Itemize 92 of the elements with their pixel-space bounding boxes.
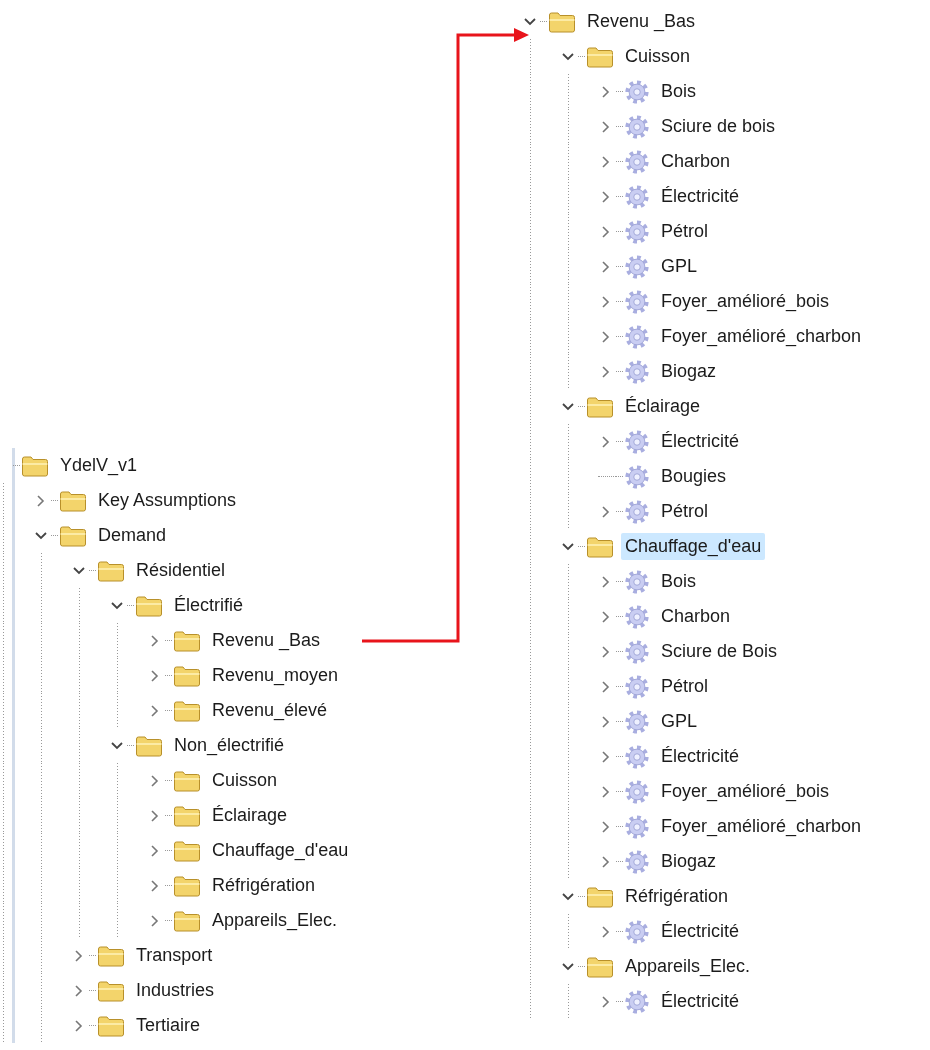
tree-item[interactable]: Cuisson bbox=[621, 43, 695, 70]
tree-item[interactable]: Demand bbox=[94, 522, 171, 549]
folder-icon bbox=[586, 885, 614, 908]
tree-item[interactable]: Pétrol bbox=[657, 498, 713, 525]
tree-item[interactable]: Pétrol bbox=[657, 218, 713, 245]
gear-icon bbox=[624, 568, 650, 595]
tree-item[interactable]: Charbon bbox=[657, 148, 735, 175]
tree-item[interactable]: Charbon bbox=[657, 603, 735, 630]
tree-item[interactable]: Biogaz bbox=[657, 848, 721, 875]
folder-icon bbox=[135, 734, 163, 757]
folder-icon bbox=[173, 664, 201, 687]
gear-icon bbox=[624, 428, 650, 455]
tree-item[interactable]: Revenu_moyen bbox=[208, 662, 343, 689]
tree-item[interactable]: Bois bbox=[657, 78, 700, 105]
tree-item[interactable]: Revenu _Bas bbox=[583, 8, 700, 35]
gear-icon bbox=[624, 498, 650, 525]
tree-item[interactable]: Chauffage_d'eau bbox=[621, 533, 766, 560]
folder-icon bbox=[173, 769, 201, 792]
gear-icon bbox=[624, 778, 650, 805]
tree-item[interactable]: GPL bbox=[657, 708, 702, 735]
folder-icon bbox=[97, 944, 125, 967]
tree-item[interactable]: Réfrigération bbox=[208, 872, 320, 899]
tree-item[interactable]: Appareils_Elec. bbox=[208, 907, 342, 934]
tree-item[interactable]: Pétrol bbox=[657, 673, 713, 700]
gear-icon bbox=[624, 603, 650, 630]
tree-item[interactable]: Appareils_Elec. bbox=[621, 953, 755, 980]
gear-icon bbox=[624, 463, 650, 490]
tree-item[interactable]: Foyer_amélioré_bois bbox=[657, 778, 834, 805]
tree-item[interactable]: Électricité bbox=[657, 918, 744, 945]
folder-icon bbox=[173, 804, 201, 827]
folder-icon bbox=[173, 874, 201, 897]
gear-icon bbox=[624, 148, 650, 175]
folder-icon bbox=[548, 10, 576, 33]
tree-item[interactable]: Key Assumptions bbox=[94, 487, 241, 514]
folder-icon bbox=[586, 955, 614, 978]
tree-item[interactable]: Réfrigération bbox=[621, 883, 733, 910]
tree-item[interactable]: Industries bbox=[132, 977, 219, 1004]
gear-icon bbox=[624, 183, 650, 210]
tree-item[interactable]: Résidentiel bbox=[132, 557, 230, 584]
tree-item[interactable]: YdelV_v1 bbox=[56, 452, 142, 479]
folder-icon bbox=[97, 979, 125, 1002]
tree-item[interactable]: Électricité bbox=[657, 428, 744, 455]
tree-item[interactable]: Foyer_amélioré_charbon bbox=[657, 323, 866, 350]
tree-item[interactable]: Transport bbox=[132, 942, 217, 969]
folder-icon bbox=[135, 594, 163, 617]
gear-icon bbox=[624, 113, 650, 140]
folder-icon bbox=[586, 535, 614, 558]
tree-item[interactable]: Biogaz bbox=[657, 358, 721, 385]
tree-item[interactable]: Revenu _Bas bbox=[208, 627, 325, 654]
gear-icon bbox=[624, 918, 650, 945]
tree-item[interactable]: Revenu_élevé bbox=[208, 697, 332, 724]
tree-item[interactable]: Sciure de Bois bbox=[657, 638, 782, 665]
folder-icon bbox=[173, 909, 201, 932]
tree-item[interactable]: Éclairage bbox=[621, 393, 705, 420]
folder-icon bbox=[21, 454, 49, 477]
tree-item[interactable]: Chauffage_d'eau bbox=[208, 837, 353, 864]
tree-item[interactable]: Non_électrifié bbox=[170, 732, 289, 759]
gear-icon bbox=[624, 78, 650, 105]
folder-icon bbox=[59, 524, 87, 547]
tree-item[interactable]: Éclairage bbox=[208, 802, 292, 829]
gear-icon bbox=[624, 813, 650, 840]
gear-icon bbox=[624, 743, 650, 770]
folder-icon bbox=[173, 699, 201, 722]
folder-icon bbox=[173, 629, 201, 652]
folder-icon bbox=[59, 489, 87, 512]
tree-item[interactable]: Bougies bbox=[657, 463, 731, 490]
tree-item[interactable]: Foyer_amélioré_charbon bbox=[657, 813, 866, 840]
gear-icon bbox=[624, 708, 650, 735]
gear-icon bbox=[624, 218, 650, 245]
tree-item[interactable]: Électricité bbox=[657, 988, 744, 1015]
gear-icon bbox=[624, 358, 650, 385]
tree-item[interactable]: Bois bbox=[657, 568, 700, 595]
gear-icon bbox=[624, 673, 650, 700]
tree-item[interactable]: Électricité bbox=[657, 183, 744, 210]
gear-icon bbox=[624, 288, 650, 315]
gear-icon bbox=[624, 323, 650, 350]
folder-icon bbox=[173, 839, 201, 862]
gear-icon bbox=[624, 638, 650, 665]
tree-item[interactable]: Foyer_amélioré_bois bbox=[657, 288, 834, 315]
tree-item[interactable]: Électrifié bbox=[170, 592, 248, 619]
folder-icon bbox=[97, 559, 125, 582]
tree-item[interactable]: Sciure de bois bbox=[657, 113, 780, 140]
folder-icon bbox=[586, 45, 614, 68]
tree-item[interactable]: Électricité bbox=[657, 743, 744, 770]
tree-item[interactable]: GPL bbox=[657, 253, 702, 280]
gear-icon bbox=[624, 988, 650, 1015]
folder-icon bbox=[586, 395, 614, 418]
tree-item[interactable]: Tertiaire bbox=[132, 1012, 205, 1039]
gear-icon bbox=[624, 253, 650, 280]
gear-icon bbox=[624, 848, 650, 875]
folder-icon bbox=[97, 1014, 125, 1037]
tree-item[interactable]: Cuisson bbox=[208, 767, 282, 794]
